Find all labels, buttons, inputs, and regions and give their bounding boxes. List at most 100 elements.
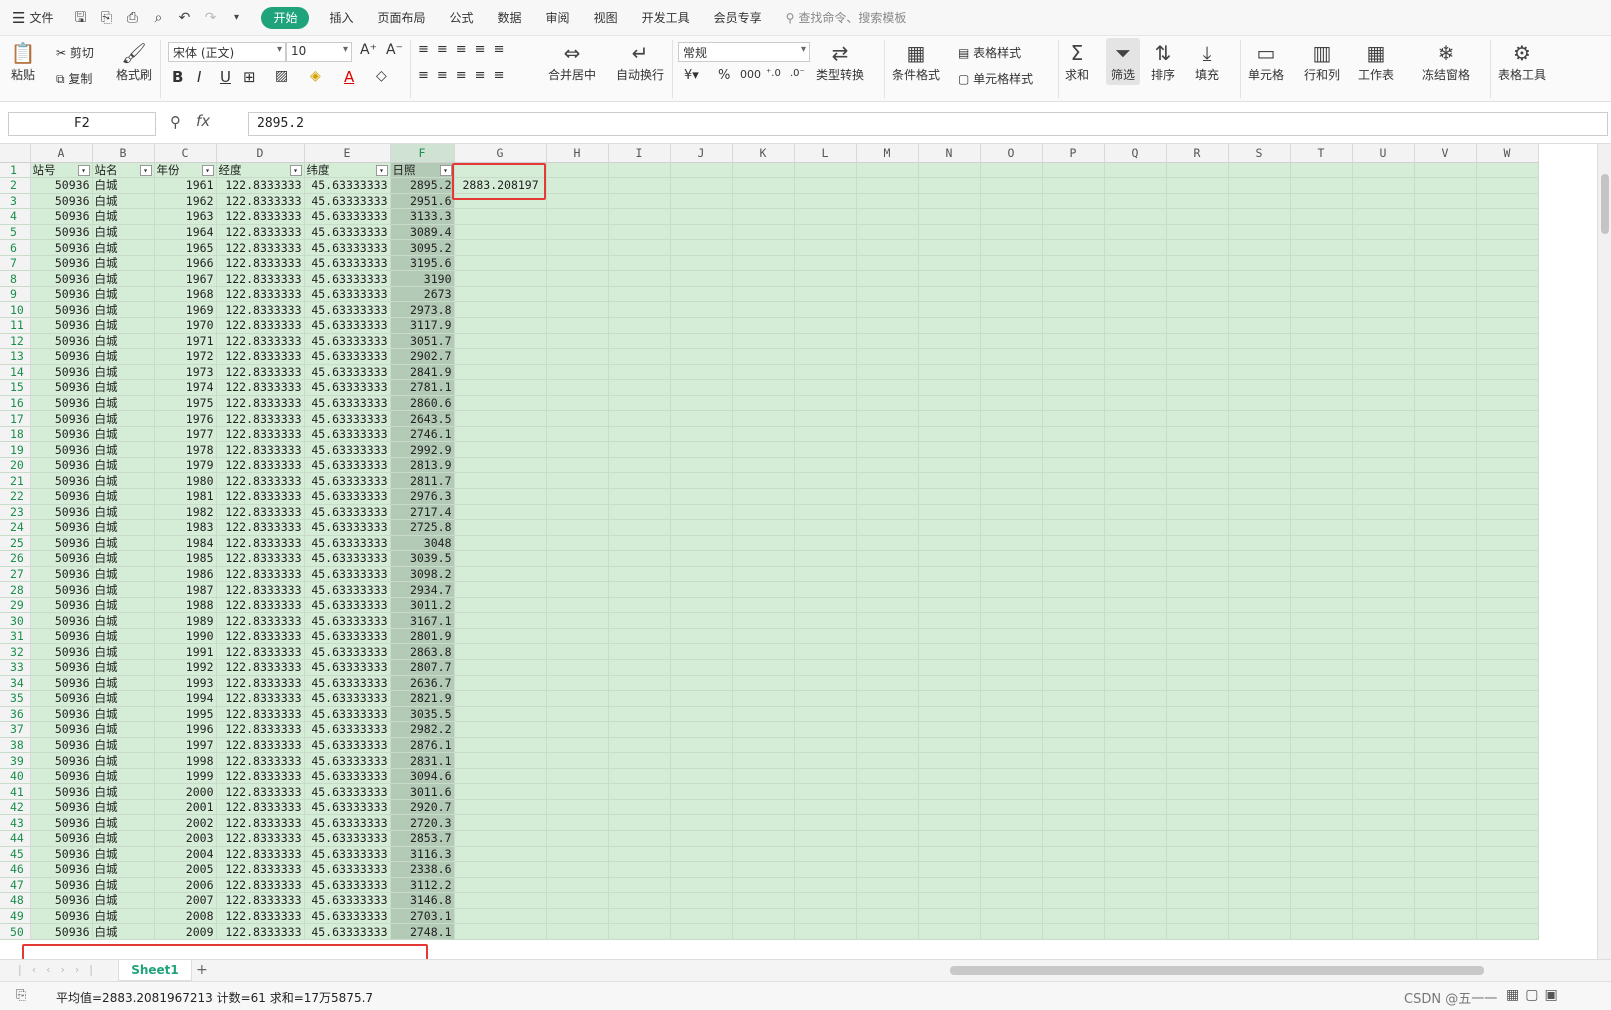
- data-cell[interactable]: 50936: [30, 675, 93, 692]
- data-cell[interactable]: 122.8333333: [216, 783, 305, 800]
- empty-cell[interactable]: [732, 830, 795, 847]
- data-cell[interactable]: 1984: [154, 535, 217, 552]
- empty-cell[interactable]: [1414, 628, 1477, 645]
- empty-cell[interactable]: [670, 224, 733, 241]
- data-cell[interactable]: 50936: [30, 286, 93, 303]
- row-col-button[interactable]: ▥ 行和列: [1304, 40, 1340, 83]
- data-cell[interactable]: 2781.1: [390, 379, 455, 396]
- empty-cell[interactable]: [856, 628, 919, 645]
- empty-cell[interactable]: [454, 224, 547, 241]
- empty-cell[interactable]: [1166, 923, 1229, 940]
- empty-cell[interactable]: [1352, 566, 1415, 583]
- empty-cell[interactable]: [670, 488, 733, 505]
- empty-cell[interactable]: [918, 721, 981, 738]
- font-shrink-icon[interactable]: A⁻: [386, 42, 403, 58]
- empty-cell[interactable]: [1042, 721, 1105, 738]
- empty-cell[interactable]: [670, 193, 733, 210]
- empty-cell[interactable]: [1290, 333, 1353, 350]
- empty-cell[interactable]: [1042, 830, 1105, 847]
- empty-cell[interactable]: [608, 923, 671, 940]
- empty-cell[interactable]: [1104, 675, 1167, 692]
- customize-chevron-icon[interactable]: ▾: [227, 9, 245, 27]
- data-cell[interactable]: 122.8333333: [216, 301, 305, 318]
- data-cell[interactable]: 122.8333333: [216, 208, 305, 225]
- header-cell[interactable]: 经度 ▾: [216, 162, 305, 179]
- empty-cell[interactable]: [732, 270, 795, 287]
- empty-cell[interactable]: [1352, 333, 1415, 350]
- empty-cell[interactable]: [918, 504, 981, 521]
- empty-cell[interactable]: [670, 364, 733, 381]
- empty-cell[interactable]: [856, 846, 919, 863]
- data-cell[interactable]: 50936: [30, 550, 93, 567]
- data-cell[interactable]: 白城: [92, 193, 155, 210]
- empty-cell[interactable]: [918, 410, 981, 427]
- empty-cell[interactable]: [732, 643, 795, 660]
- cell-button[interactable]: ▭ 单元格: [1248, 40, 1284, 83]
- empty-cell[interactable]: [1166, 224, 1229, 241]
- empty-cell[interactable]: [1104, 814, 1167, 832]
- data-cell[interactable]: 45.63333333: [304, 877, 391, 894]
- empty-cell[interactable]: [794, 410, 857, 427]
- empty-cell[interactable]: [732, 799, 795, 816]
- data-cell[interactable]: 白城: [92, 457, 155, 474]
- column-header-U[interactable]: U: [1352, 144, 1415, 163]
- empty-cell[interactable]: [1166, 364, 1229, 381]
- empty-cell[interactable]: [454, 861, 547, 878]
- empty-cell[interactable]: [608, 441, 671, 458]
- empty-cell[interactable]: [918, 317, 981, 334]
- empty-cell[interactable]: [608, 162, 671, 179]
- data-cell[interactable]: 2801.9: [390, 628, 455, 645]
- scrollbar-thumb[interactable]: [1601, 174, 1609, 234]
- empty-cell[interactable]: [1104, 923, 1167, 940]
- empty-cell[interactable]: [1042, 690, 1105, 707]
- empty-cell[interactable]: [1042, 426, 1105, 443]
- empty-cell[interactable]: [608, 612, 671, 629]
- empty-cell[interactable]: [546, 706, 609, 723]
- empty-cell[interactable]: [608, 908, 671, 925]
- empty-cell[interactable]: [1228, 208, 1291, 225]
- empty-cell[interactable]: [732, 301, 795, 318]
- row-header[interactable]: 20: [0, 457, 31, 474]
- empty-cell[interactable]: [1352, 908, 1415, 925]
- empty-cell[interactable]: [546, 504, 609, 521]
- empty-cell[interactable]: [1414, 317, 1477, 334]
- data-cell[interactable]: 白城: [92, 675, 155, 692]
- empty-cell[interactable]: [856, 643, 919, 660]
- empty-cell[interactable]: [670, 659, 733, 676]
- empty-cell[interactable]: [1042, 675, 1105, 692]
- empty-cell[interactable]: [1042, 597, 1105, 614]
- data-cell[interactable]: 3098.2: [390, 566, 455, 583]
- empty-cell[interactable]: [1476, 224, 1539, 241]
- empty-cell[interactable]: [1166, 177, 1229, 194]
- empty-cell[interactable]: [670, 395, 733, 412]
- font-size-select[interactable]: 10: [286, 42, 352, 62]
- data-cell[interactable]: 122.8333333: [216, 379, 305, 396]
- data-cell[interactable]: 3117.9: [390, 317, 455, 334]
- empty-cell[interactable]: [1352, 721, 1415, 738]
- data-cell[interactable]: 122.8333333: [216, 395, 305, 412]
- empty-cell[interactable]: [1476, 612, 1539, 629]
- empty-cell[interactable]: [546, 379, 609, 396]
- empty-cell[interactable]: [918, 892, 981, 909]
- empty-cell[interactable]: [980, 333, 1043, 350]
- empty-cell[interactable]: [732, 364, 795, 381]
- empty-cell[interactable]: [1290, 597, 1353, 614]
- empty-cell[interactable]: [732, 441, 795, 458]
- column-header-B[interactable]: B: [92, 144, 155, 163]
- data-cell[interactable]: 白城: [92, 519, 155, 536]
- data-cell[interactable]: 122.8333333: [216, 799, 305, 816]
- data-cell[interactable]: 45.63333333: [304, 224, 391, 241]
- data-cell[interactable]: 1968: [154, 286, 217, 303]
- row-header[interactable]: 8: [0, 270, 31, 287]
- data-cell[interactable]: 50936: [30, 208, 93, 225]
- data-cell[interactable]: 122.8333333: [216, 830, 305, 847]
- data-cell[interactable]: 白城: [92, 659, 155, 676]
- empty-cell[interactable]: [732, 861, 795, 878]
- data-cell[interactable]: 50936: [30, 706, 93, 723]
- empty-cell[interactable]: [608, 628, 671, 645]
- empty-cell[interactable]: [1290, 162, 1353, 179]
- empty-cell[interactable]: [1352, 768, 1415, 785]
- empty-cell[interactable]: [856, 861, 919, 878]
- empty-cell[interactable]: [608, 193, 671, 210]
- empty-cell[interactable]: [1228, 364, 1291, 381]
